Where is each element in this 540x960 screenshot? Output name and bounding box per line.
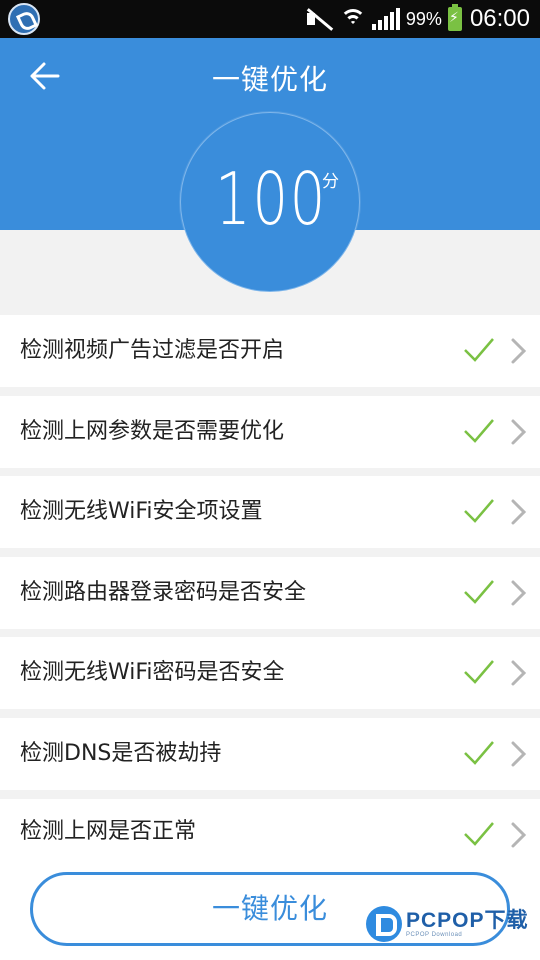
score-unit: 分: [322, 172, 339, 192]
signal-icon: [371, 8, 400, 30]
check-label: 检测无线WiFi密码是否安全: [20, 660, 285, 685]
page-title: 一键优化: [211, 63, 328, 96]
battery-percent: 99%: [405, 8, 442, 29]
check-icon: [464, 741, 494, 765]
check-label: 检测DNS是否被劫持: [20, 741, 222, 766]
check-item[interactable]: 检测上网是否正常: [0, 799, 540, 859]
check-item[interactable]: 检测无线WiFi密码是否安全: [0, 637, 540, 709]
check-label: 检测路由器登录密码是否安全: [20, 580, 307, 605]
watermark-main: PCPOP下载: [406, 909, 529, 932]
check-icon: [464, 660, 494, 684]
watermark-sub: PCPOP Download: [406, 932, 463, 938]
chevron-right-icon: [511, 822, 527, 848]
check-icon: [464, 499, 494, 523]
check-item[interactable]: 检测无线WiFi安全项设置: [0, 476, 540, 548]
chevron-right-icon: [511, 580, 527, 606]
check-icon: [464, 338, 494, 362]
check-item[interactable]: 检测视频广告过滤是否开启: [0, 315, 540, 387]
check-item[interactable]: 检测路由器登录密码是否安全: [0, 557, 540, 629]
status-icons: 99% 06:00: [304, 0, 530, 38]
wifi-icon: [339, 7, 366, 31]
check-label: 检测上网是否正常: [20, 819, 197, 844]
score-value: 100: [215, 157, 327, 241]
check-item[interactable]: 检测DNS是否被劫持: [0, 718, 540, 790]
chevron-right-icon: [511, 741, 527, 767]
score-circle: 100 分: [180, 112, 360, 292]
pcpop-logo-icon: [366, 906, 402, 942]
chevron-right-icon: [511, 499, 527, 525]
watermark: PCPOP下载 PCPOP Download: [366, 904, 529, 944]
mute-icon: [304, 7, 334, 31]
chevron-right-icon: [511, 419, 527, 445]
check-icon: [464, 419, 494, 443]
check-icon: [464, 580, 494, 604]
chevron-right-icon: [511, 338, 527, 364]
check-icon: [464, 822, 494, 846]
check-label: 检测视频广告过滤是否开启: [20, 338, 285, 363]
check-label: 检测上网参数是否需要优化: [20, 419, 285, 444]
check-item[interactable]: 检测上网参数是否需要优化: [0, 396, 540, 468]
app-notification-icon: [8, 3, 40, 35]
chevron-right-icon: [511, 660, 527, 686]
check-label: 检测无线WiFi安全项设置: [20, 499, 263, 524]
status-bar: 99% 06:00: [0, 0, 540, 38]
clock: 06:00: [469, 5, 530, 32]
battery-charging-icon: [447, 4, 462, 31]
